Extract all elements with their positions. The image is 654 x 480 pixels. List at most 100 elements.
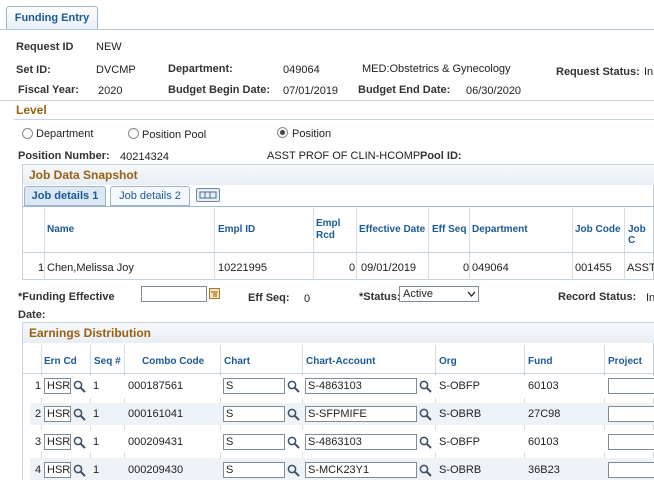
calendar-icon[interactable] <box>209 288 220 299</box>
search-icon[interactable] <box>287 380 300 393</box>
fund-value: 27C98 <box>528 408 561 420</box>
job-col-effdt[interactable]: Effective Date <box>359 224 425 235</box>
job-col-jobcode[interactable]: Job Code <box>575 224 621 235</box>
radio-department[interactable] <box>22 128 33 139</box>
fiscal-year-label: Fiscal Year: <box>18 84 79 96</box>
funding-eff-label-2: Date: <box>18 309 46 321</box>
job-col-emplid[interactable]: Empl ID <box>218 224 255 235</box>
erncd-input[interactable]: HSR <box>44 378 71 394</box>
job-head-line <box>23 252 654 253</box>
eff-seq-value: 0 <box>304 293 311 305</box>
org-value: S-OBFP <box>439 436 480 448</box>
search-icon[interactable] <box>73 464 86 477</box>
chart-account-input[interactable]: S-4863103 <box>305 434 417 450</box>
search-icon[interactable] <box>419 380 432 393</box>
job-col-empl-rcd[interactable]: Empl Rcd <box>316 218 348 242</box>
job-col-sep <box>572 208 573 280</box>
search-icon[interactable] <box>287 464 300 477</box>
budget-end-label: Budget End Date: <box>358 84 451 96</box>
fund-value: 60103 <box>528 436 559 448</box>
earn-col-chart[interactable]: Chart <box>224 356 250 367</box>
job-row-effdt: 09/01/2019 <box>361 262 417 274</box>
radio-position-label: Position <box>292 128 332 140</box>
status-label: *Status: <box>359 291 401 303</box>
earn-row-num: 3 <box>35 436 42 448</box>
show-all-columns-icon[interactable] <box>196 188 220 202</box>
earn-head-line <box>23 373 654 374</box>
earn-col-erncd[interactable]: Ern Cd <box>44 356 77 367</box>
budget-begin-value: 07/01/2019 <box>283 85 339 97</box>
project-input[interactable] <box>608 406 654 422</box>
erncd-input[interactable]: HSR <box>44 406 71 422</box>
job-row-jobcode: 001455 <box>575 262 612 274</box>
chart-account-input[interactable]: S-4863103 <box>305 378 417 394</box>
position-number-label: Position Number: <box>18 150 110 162</box>
header-divider <box>0 100 654 101</box>
setid-value: DVCMP <box>96 64 136 76</box>
job-row-num: 1 <box>38 262 45 274</box>
search-icon[interactable] <box>419 436 432 449</box>
search-icon[interactable] <box>73 380 86 393</box>
erncd-input[interactable]: HSR <box>44 462 71 478</box>
erncd-input[interactable]: HSR <box>44 434 71 450</box>
job-row-rcd: 0 <box>349 262 356 274</box>
tab-underline <box>0 29 654 30</box>
fund-value: 60103 <box>528 380 559 392</box>
request-status-label: Request Status: <box>556 66 640 78</box>
radio-position[interactable] <box>277 127 288 138</box>
request-status-value: In <box>644 66 654 78</box>
tab-job-details-1[interactable]: Job details 1 <box>24 186 106 206</box>
earn-col-org[interactable]: Org <box>439 356 457 367</box>
job-row-dept: 049064 <box>472 262 509 274</box>
project-input[interactable] <box>608 378 654 394</box>
funding-effective-date-input[interactable] <box>141 286 207 302</box>
radio-position-pool-label: Position Pool <box>142 129 207 141</box>
chart-input[interactable]: S <box>223 406 285 422</box>
job-snapshot-title: Job Data Snapshot <box>23 165 654 185</box>
seq-value: 1 <box>93 464 100 476</box>
earn-row-num: 1 <box>35 380 42 392</box>
org-value: S-OBRB <box>439 464 482 476</box>
tab-job-details-2[interactable]: Job details 2 <box>110 186 190 206</box>
search-icon[interactable] <box>419 408 432 421</box>
chart-account-input[interactable]: S-SFPMIFE <box>305 406 417 422</box>
status-select[interactable]: Active <box>399 286 479 302</box>
chart-account-input[interactable]: S-MCK23Y1 <box>305 462 417 478</box>
job-row-name: Chen,Melissa Joy <box>47 262 134 274</box>
earnings-title: Earnings Distribution <box>23 323 654 343</box>
earn-col-project[interactable]: Project <box>608 356 642 367</box>
job-col-department[interactable]: Department <box>472 224 528 235</box>
grid-icon <box>199 191 217 199</box>
job-col-jobc[interactable]: Job C <box>628 224 654 246</box>
department-value: 049064 <box>283 64 320 76</box>
combo-code-value: 000187561 <box>128 380 184 392</box>
level-title: Level <box>16 103 47 117</box>
funding-eff-label: *Funding Effective <box>18 291 115 303</box>
project-input[interactable] <box>608 462 654 478</box>
project-input[interactable] <box>608 434 654 450</box>
job-col-name[interactable]: Name <box>47 224 74 235</box>
search-icon[interactable] <box>287 408 300 421</box>
chart-input[interactable]: S <box>223 434 285 450</box>
search-icon[interactable] <box>287 436 300 449</box>
level-divider <box>14 119 654 120</box>
seq-value: 1 <box>93 380 100 392</box>
setid-label: Set ID: <box>16 64 51 76</box>
combo-code-value: 000209430 <box>128 464 184 476</box>
earn-col-chart-account[interactable]: Chart-Account <box>306 356 375 367</box>
budget-begin-label: Budget Begin Date: <box>168 84 271 96</box>
earn-col-combo[interactable]: Combo Code <box>142 356 204 367</box>
search-icon[interactable] <box>73 436 86 449</box>
org-value: S-OBFP <box>439 380 480 392</box>
chart-input[interactable]: S <box>223 378 285 394</box>
job-col-effseq[interactable]: Eff Seq <box>432 224 466 235</box>
earn-col-fund[interactable]: Fund <box>528 356 552 367</box>
search-icon[interactable] <box>419 464 432 477</box>
chart-input[interactable]: S <box>223 462 285 478</box>
search-icon[interactable] <box>73 408 86 421</box>
job-col-sep <box>469 208 470 280</box>
tab-funding-entry[interactable]: Funding Entry <box>6 6 98 30</box>
chevron-down-icon <box>467 291 476 297</box>
radio-position-pool[interactable] <box>128 128 139 139</box>
earn-col-seq[interactable]: Seq # <box>94 356 121 367</box>
